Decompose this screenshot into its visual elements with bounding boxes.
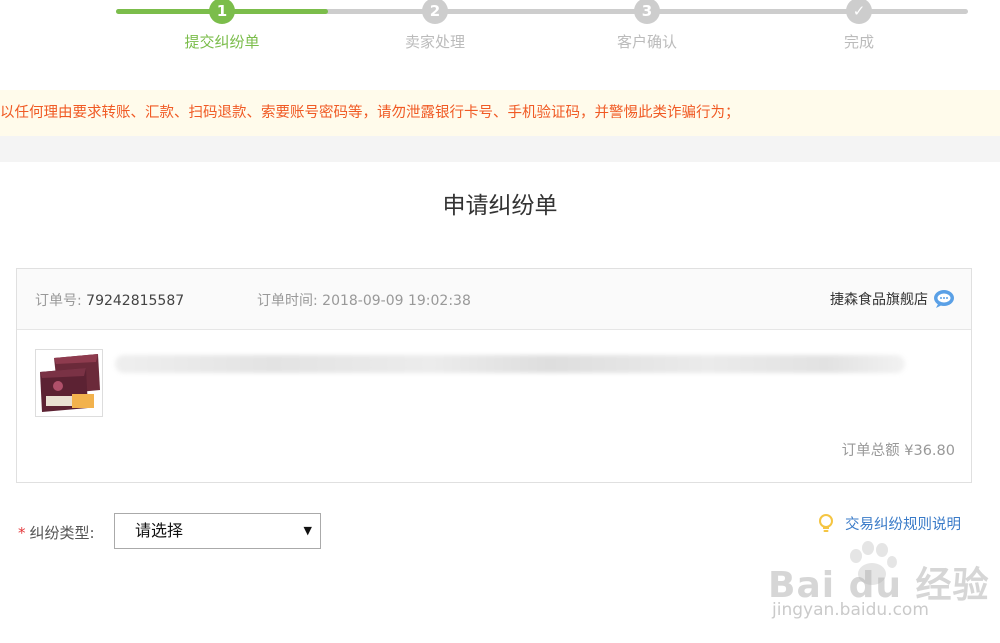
step-customer-confirm: 3 客户确认 [587,0,707,52]
dispute-rules-link[interactable]: 交易纠纷规则说明 [817,513,961,534]
step-seller-process: 2 卖家处理 [375,0,495,52]
order-id-label: 订单号: [35,293,82,309]
order-time-value: 2018-09-09 19:02:38 [322,293,471,309]
progress-steps: 1 提交纠纷单 2 卖家处理 3 客户确认 ✓ 完成 [0,0,1000,60]
required-mark: * [18,524,26,542]
order-total-value: ¥36.80 [904,443,955,459]
fraud-warning: 以任何理由要求转账、汇款、扫码退款、索要账号密码等，请勿泄露银行卡号、手机验证码… [0,90,1000,136]
order-header: 订单号: 79242815587 订单时间: 2018-09-09 19:02:… [17,269,971,330]
step-number: 3 [634,0,660,24]
divider [0,136,1000,162]
step-label: 卖家处理 [404,33,465,51]
step-number: 2 [422,0,448,24]
check-icon: ✓ [846,0,872,24]
baidu-watermark: Bai du 经验 jingyan.baidu.com [762,538,992,628]
chat-icon[interactable] [933,289,955,309]
step-label: 完成 [843,33,874,51]
order-id-value: 79242815587 [86,293,185,309]
order-total-label: 订单总额 [841,443,900,459]
shop-link[interactable]: 捷森食品旗舰店 [830,289,955,309]
shop-name[interactable]: 捷森食品旗舰店 [830,289,928,309]
page-title: 申请纠纷单 [442,193,558,219]
order-card: 订单号: 79242815587 订单时间: 2018-09-09 19:02:… [16,268,972,483]
dropdown-arrow-icon[interactable]: ▼ [304,514,312,548]
step-number: 1 [209,0,235,24]
lightbulb-icon [819,513,833,532]
order-time: 订单时间: 2018-09-09 19:02:38 [257,290,471,310]
product-image [36,350,102,416]
step-label: 客户确认 [616,33,677,51]
order-time-label: 订单时间: [257,293,318,309]
dispute-type-label: * 纠纷类型: [18,522,95,543]
product-title-blurred [115,355,905,373]
dispute-type-text: 纠纷类型: [29,524,95,542]
dispute-rules-text[interactable]: 交易纠纷规则说明 [845,513,961,534]
order-id: 订单号: 79242815587 [35,290,184,310]
order-total: 订单总额 ¥36.80 [842,439,955,460]
product-thumbnail[interactable] [35,349,103,417]
dispute-type-value[interactable]: 请选择 [135,521,183,540]
step-label: 提交纠纷单 [184,33,260,51]
step-submit: 1 提交纠纷单 [162,0,282,52]
step-complete: ✓ 完成 [799,0,919,52]
watermark-sub: jingyan.baidu.com [772,600,929,620]
dispute-type-select[interactable]: 请选择 ▼ [114,513,321,549]
